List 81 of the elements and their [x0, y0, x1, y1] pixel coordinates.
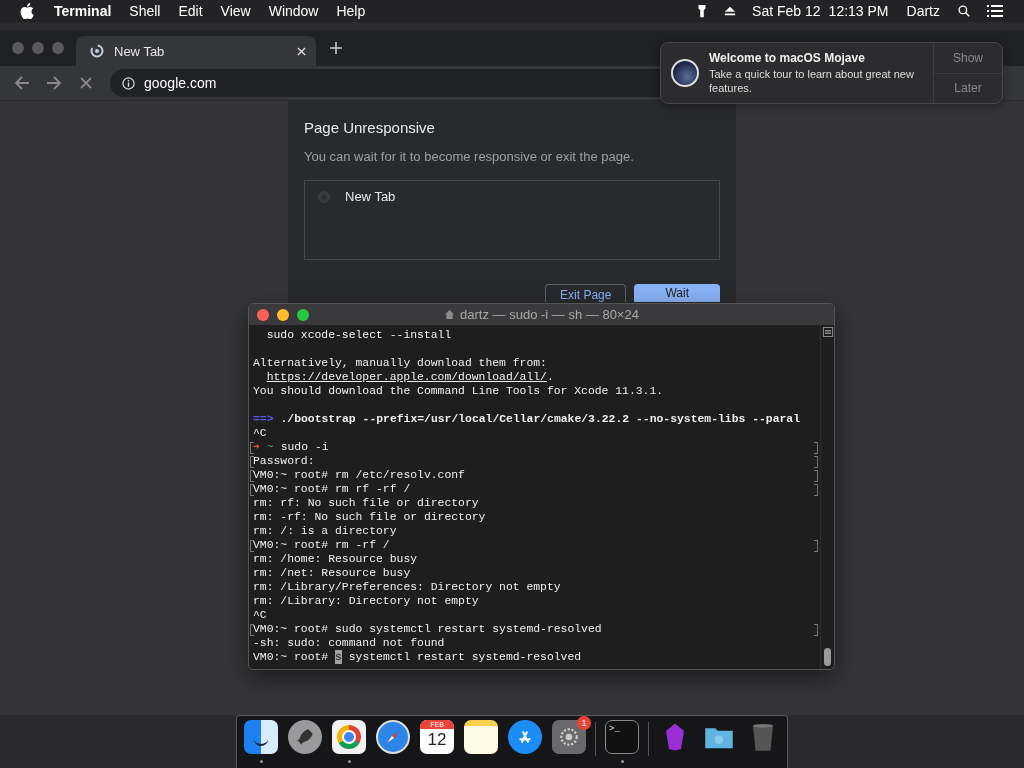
page-title[interactable]: New Tab	[345, 189, 396, 204]
terminal-icon[interactable]: >_	[605, 720, 639, 754]
mark-bracket	[814, 540, 818, 552]
app-menu[interactable]: Terminal	[54, 3, 112, 19]
rocket-icon[interactable]	[288, 720, 322, 754]
finder-icon[interactable]	[244, 720, 278, 754]
new-tab-icon[interactable]	[330, 42, 342, 54]
terminal-line: rm: /net: Resource busy	[253, 566, 411, 580]
date-text[interactable]: Sat Feb 12	[752, 3, 821, 19]
terminal-line: VM0:~ root# rm /etc/resolv.conf	[253, 468, 465, 482]
terminal-line: VM0:~ root# rm -rf /	[253, 538, 390, 552]
eject-icon[interactable]	[724, 4, 737, 18]
stop-icon[interactable]	[78, 75, 94, 91]
mark-bracket	[814, 456, 818, 468]
terminal-line: rm: /home: Resource busy	[253, 552, 418, 566]
menu-item[interactable]: Edit	[178, 3, 203, 19]
status-icon[interactable]	[696, 4, 709, 18]
chrome-icon[interactable]	[332, 720, 366, 754]
wait-button[interactable]: Wait	[634, 284, 720, 302]
notification-body: Take a quick tour to learn about great new features.	[709, 67, 915, 95]
list-icon[interactable]	[986, 4, 1004, 18]
menu-item[interactable]: Window	[268, 3, 319, 19]
terminal-line: rm: rf: No such file or directory	[253, 496, 479, 510]
terminal-prompt: VM0:~ root#	[253, 650, 330, 664]
window-title: dartz — sudo -i — sh — 80×24	[460, 307, 639, 322]
house-icon	[444, 309, 456, 320]
terminal-line: VM0:~ root# sudo systemctl restart systemd-resolved	[253, 622, 602, 636]
terminal-line: ./bootstrap --prefix=/usr/local/Cellar/cmake/3.22.2 --no-system-libs --paral	[280, 412, 800, 426]
terminal-line: ^C	[253, 608, 267, 622]
terminal-line: You should download the Command Line Tools for Xcode 11.3.1.	[253, 384, 664, 398]
terminal-line: ^C	[253, 426, 267, 440]
dialog-message: You can wait for it to become responsive or exit the page.	[304, 149, 635, 164]
dialog-title: Page Unresponsive	[304, 119, 436, 136]
user-name[interactable]: Dartz	[906, 3, 940, 19]
split-pane-icon[interactable]	[822, 327, 833, 337]
scroll-bar[interactable]	[820, 325, 834, 669]
scroll-thumb[interactable]	[824, 648, 831, 666]
terminal-line: rm: -rf: No such file or directory	[253, 510, 486, 524]
terminal-line: systemctl restart systemd-resolved	[347, 650, 582, 664]
browser-tab[interactable]: New Tab	[76, 36, 316, 66]
terminal-line: Alternatively, manually download them from:	[253, 356, 547, 370]
notification-action[interactable]: Later	[934, 72, 1002, 103]
apple-logo-icon[interactable]	[20, 3, 34, 19]
mark-bracket	[814, 484, 818, 496]
menu-item[interactable]: View	[220, 3, 251, 19]
compass-icon[interactable]	[376, 720, 410, 754]
back-icon[interactable]	[14, 75, 30, 91]
close-icon[interactable]	[297, 46, 306, 56]
terminal-line: VM0:~ root# rm rf -rf /	[253, 482, 411, 496]
mark-bracket	[814, 624, 818, 636]
search-icon[interactable]	[958, 4, 970, 18]
loading-icon	[90, 44, 104, 58]
terminal-line: rm: /Library: Directory not empty	[253, 594, 479, 608]
forward-icon[interactable]	[46, 75, 62, 91]
gear-icon[interactable]	[552, 720, 586, 754]
terminal-line: sudo -i	[280, 440, 329, 454]
notification-title: Welcome to macOS Mojave	[709, 51, 866, 65]
notepad-icon[interactable]	[464, 720, 498, 754]
terminal-line: https://developer.apple.com/download/all/.	[265, 370, 554, 384]
mojave-icon	[671, 59, 699, 87]
terminal-line: rm: /: is a directory	[253, 524, 397, 538]
mark-bracket	[814, 470, 818, 482]
terminal-line: sudo xcode-select --install	[265, 328, 452, 342]
text-cursor: s	[335, 650, 342, 664]
terminal-line: Password:	[253, 454, 315, 468]
clock-text[interactable]: 12:13 PM	[828, 3, 889, 19]
close-button[interactable]	[257, 308, 269, 321]
terminal-line: rm: /Library/Preferences: Directory not empty	[253, 580, 561, 594]
mark-bracket	[814, 442, 818, 454]
menu-item[interactable]: Help	[336, 3, 366, 19]
prompt-directory: ~	[266, 440, 274, 454]
info-icon[interactable]	[122, 76, 135, 90]
app-store-icon[interactable]	[508, 720, 542, 754]
notification-badge: 1	[577, 716, 591, 730]
terminal-line: -sh: sudo: command not found	[253, 636, 445, 650]
zoom-button[interactable]	[297, 308, 309, 321]
exit-page-button[interactable]: Exit Page	[545, 284, 627, 302]
arrow-glyph: ==>	[253, 412, 274, 426]
menu-item[interactable]: Shell	[129, 3, 161, 19]
minimize-button[interactable]	[277, 308, 289, 321]
prompt-arrow: ➜	[253, 440, 260, 454]
